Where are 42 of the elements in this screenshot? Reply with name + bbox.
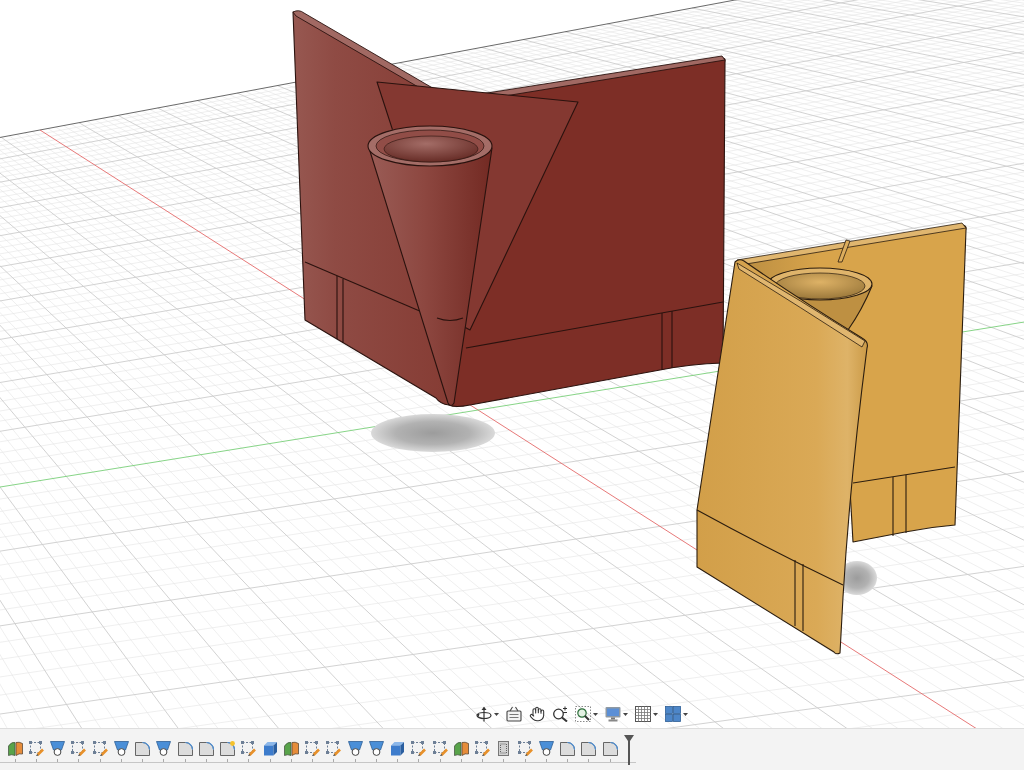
- split-body-icon[interactable]: [7, 741, 23, 756]
- hole-icon[interactable]: [368, 741, 384, 756]
- caret-icon[interactable]: [683, 712, 688, 716]
- look-at-icon[interactable]: [506, 706, 522, 722]
- sketch-icon[interactable]: [326, 741, 342, 756]
- caret-icon[interactable]: [494, 712, 499, 716]
- zoom-icon[interactable]: [552, 706, 568, 722]
- hand-icon[interactable]: [529, 706, 545, 722]
- hole-icon[interactable]: [156, 741, 172, 756]
- fillet-icon[interactable]: [177, 741, 193, 756]
- sketch-icon[interactable]: [517, 741, 533, 756]
- fillet-icon[interactable]: [602, 741, 618, 756]
- sketch-icon[interactable]: [92, 741, 108, 756]
- modeling-canvas[interactable]: [0, 0, 1024, 728]
- fillet-icon[interactable]: [135, 741, 150, 756]
- sketch-icon[interactable]: [305, 741, 320, 756]
- split-body-icon[interactable]: [283, 741, 299, 756]
- extrude-icon[interactable]: [390, 741, 405, 756]
- sketch-icon[interactable]: [241, 741, 257, 756]
- hole-icon[interactable]: [347, 741, 363, 756]
- hole-icon[interactable]: [538, 741, 554, 756]
- zoom-window-icon[interactable]: [575, 706, 591, 722]
- shell-icon[interactable]: [496, 741, 512, 756]
- sketch-icon[interactable]: [411, 741, 427, 756]
- timeline-marker-icon[interactable]: [623, 735, 634, 765]
- caret-icon[interactable]: [623, 712, 628, 716]
- hole-icon[interactable]: [50, 741, 65, 756]
- grid-icon[interactable]: [635, 706, 651, 722]
- hole-icon[interactable]: [113, 741, 129, 756]
- split-body-icon[interactable]: [453, 741, 469, 756]
- fillet-icon[interactable]: [560, 741, 575, 756]
- sketch-icon[interactable]: [28, 741, 44, 756]
- extrude-icon[interactable]: [262, 741, 278, 756]
- sketch-icon[interactable]: [71, 741, 87, 756]
- sketch-icon[interactable]: [432, 741, 448, 756]
- caret-icon[interactable]: [593, 712, 598, 716]
- orbit-icon[interactable]: [476, 706, 492, 722]
- fillet-star-icon[interactable]: [220, 741, 235, 756]
- fillet-icon[interactable]: [198, 741, 214, 756]
- sketch-icon[interactable]: [475, 741, 490, 756]
- fillet-icon[interactable]: [581, 741, 597, 756]
- caret-icon[interactable]: [653, 712, 658, 716]
